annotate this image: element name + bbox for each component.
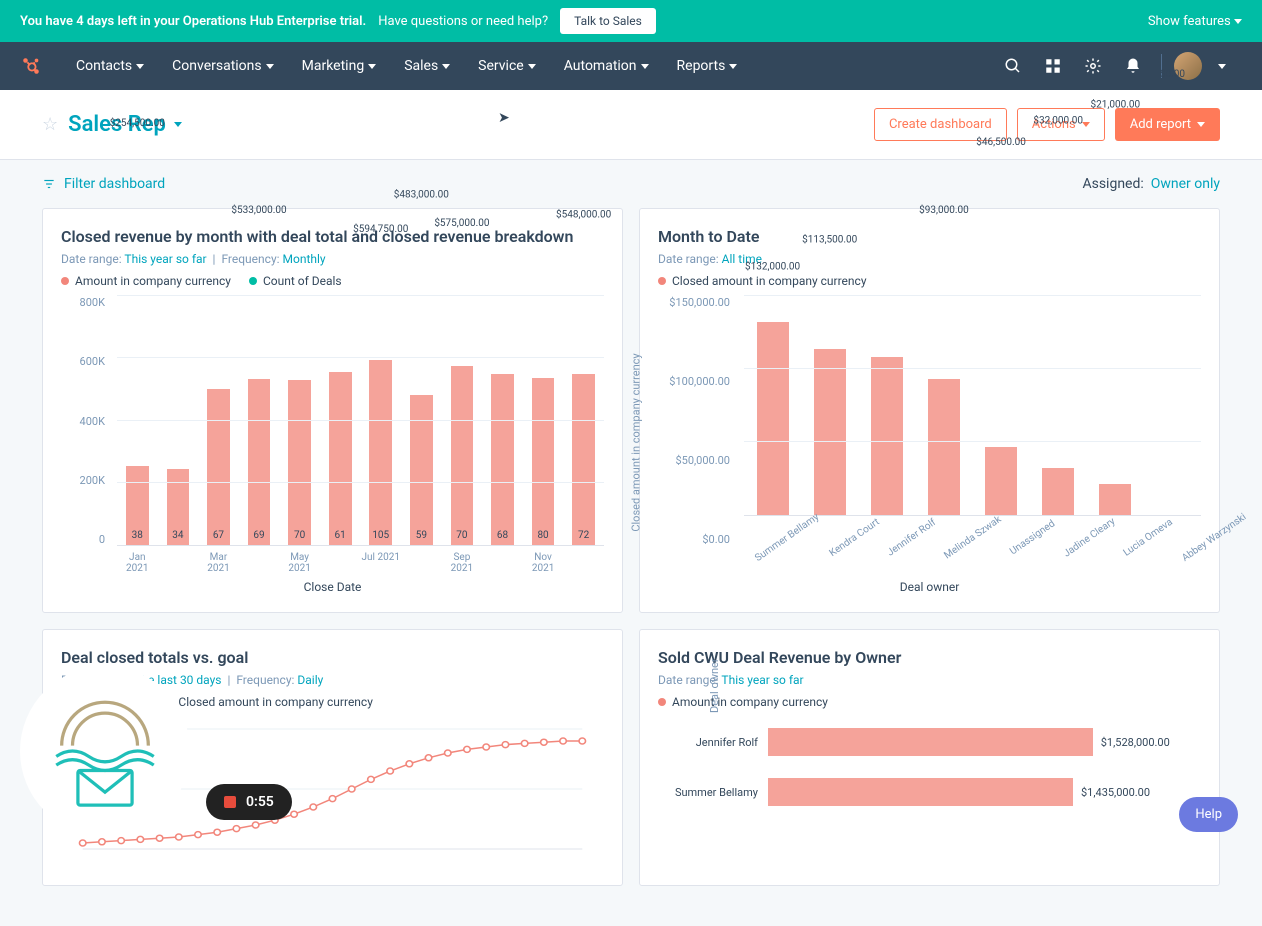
card-title: Sold CWU Deal Revenue by Owner: [658, 648, 1201, 667]
search-icon[interactable]: [993, 42, 1033, 90]
hubspot-logo-icon[interactable]: [20, 55, 42, 77]
video-timer[interactable]: 0:55: [206, 784, 292, 820]
card-month-to-date: Month to Date Date range: All time Close…: [639, 208, 1220, 613]
card-closed-revenue: Closed revenue by month with deal total …: [42, 208, 623, 613]
video-logo-icon: [20, 666, 190, 836]
nav-conversations[interactable]: Conversations: [158, 42, 287, 90]
cwu-chart: Jennifer Rolf$1,528,000.00Summer Bellamy…: [658, 717, 1201, 867]
help-button[interactable]: Help: [1179, 797, 1238, 832]
card-cwu-revenue: Sold CWU Deal Revenue by Owner Date rang…: [639, 629, 1220, 886]
filter-icon: [42, 177, 56, 191]
mtd-chart: Closed amount in company currency $150,0…: [658, 296, 1201, 576]
card-title: Deal closed totals vs. goal: [61, 648, 604, 667]
nav-contacts[interactable]: Contacts: [62, 42, 158, 90]
revenue-chart: 800K600K400K200K0 $254,500.00383467$533,…: [61, 296, 604, 576]
x-axis-title: Deal owner: [658, 580, 1201, 594]
video-overlay: 0:55: [20, 666, 292, 836]
trial-question: Have questions or need help?: [378, 14, 548, 29]
nav-service[interactable]: Service: [464, 42, 550, 90]
marketplace-icon[interactable]: [1033, 42, 1073, 90]
nav-sales[interactable]: Sales: [390, 42, 464, 90]
account-menu-chevron[interactable]: [1202, 42, 1242, 90]
trial-message: You have 4 days left in your Operations …: [20, 14, 366, 29]
stop-icon: [224, 796, 236, 808]
trial-banner: You have 4 days left in your Operations …: [0, 0, 1262, 42]
nav-marketing[interactable]: Marketing: [288, 42, 391, 90]
card-meta: Date range: This year so far: [658, 673, 1201, 687]
settings-icon[interactable]: [1073, 42, 1113, 90]
notifications-icon[interactable]: [1113, 42, 1153, 90]
chevron-down-icon: [1234, 19, 1242, 24]
nav-automation[interactable]: Automation: [550, 42, 663, 90]
navbar: Contacts Conversations Marketing Sales S…: [0, 42, 1262, 90]
chart-legend: Amount in company currency: [658, 695, 1201, 709]
favorite-star-icon[interactable]: ☆: [42, 114, 58, 135]
x-axis-title: Close Date: [61, 580, 604, 594]
talk-to-sales-button[interactable]: Talk to Sales: [560, 8, 656, 34]
nav-reports[interactable]: Reports: [663, 42, 752, 90]
show-features-link[interactable]: Show features: [1148, 14, 1242, 29]
